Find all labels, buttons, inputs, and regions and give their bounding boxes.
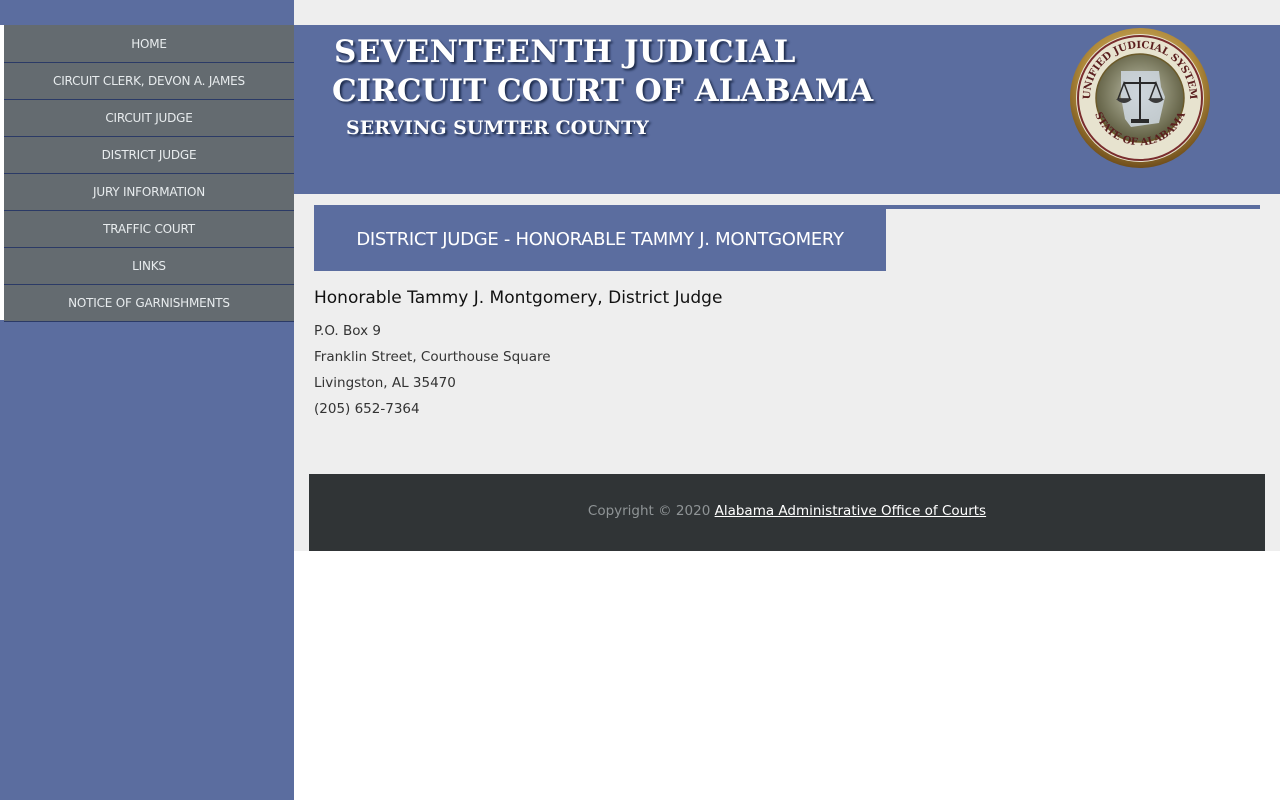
main-nav: HOME CIRCUIT CLERK, DEVON A. JAMES CIRCU… bbox=[4, 25, 294, 322]
contact-info: Honorable Tammy J. Montgomery, District … bbox=[314, 288, 722, 422]
page-title: DISTRICT JUDGE - HONORABLE TAMMY J. MONT… bbox=[314, 205, 886, 271]
judge-name: Honorable Tammy J. Montgomery, District … bbox=[314, 288, 723, 308]
phone-number: (205) 652-7364 bbox=[314, 401, 420, 417]
po-box: P.O. Box 9 bbox=[314, 323, 381, 339]
street-address: Franklin Street, Courthouse Square bbox=[314, 349, 551, 365]
site-title-line-2: CIRCUIT COURT OF ALABAMA bbox=[332, 73, 874, 109]
nav-item-circuit-clerk[interactable]: CIRCUIT CLERK, DEVON A. JAMES bbox=[4, 63, 294, 100]
city-state-zip: Livingston, AL 35470 bbox=[314, 375, 456, 391]
alabama-judicial-seal-icon: UNIFIED JUDICIAL SYSTEM STATE OF ALABAMA bbox=[1070, 28, 1210, 168]
nav-item-circuit-judge[interactable]: CIRCUIT JUDGE bbox=[4, 100, 294, 137]
nav-item-jury-information[interactable]: JURY INFORMATION bbox=[4, 174, 294, 211]
nav-item-links[interactable]: LINKS bbox=[4, 248, 294, 285]
nav-item-traffic-court[interactable]: TRAFFIC COURT bbox=[4, 211, 294, 248]
site-title-line-3: SERVING SUMTER COUNTY bbox=[346, 117, 649, 139]
copyright-text: Copyright © 2020 bbox=[587, 503, 711, 519]
site-footer: Copyright © 2020 Alabama Administrative … bbox=[309, 474, 1265, 551]
aoc-link[interactable]: Alabama Administrative Office of Courts bbox=[715, 503, 987, 519]
site-title: SEVENTEENTH JUDICIAL CIRCUIT COURT OF AL… bbox=[332, 34, 874, 139]
nav-item-notice-of-garnishments[interactable]: NOTICE OF GARNISHMENTS bbox=[4, 285, 294, 322]
nav-item-district-judge[interactable]: DISTRICT JUDGE bbox=[4, 137, 294, 174]
nav-item-home[interactable]: HOME bbox=[4, 25, 294, 63]
site-title-line-1: SEVENTEENTH JUDICIAL bbox=[334, 34, 796, 70]
site-banner: SEVENTEENTH JUDICIAL CIRCUIT COURT OF AL… bbox=[294, 25, 1280, 194]
sidebar: HOME CIRCUIT CLERK, DEVON A. JAMES CIRCU… bbox=[0, 0, 294, 800]
